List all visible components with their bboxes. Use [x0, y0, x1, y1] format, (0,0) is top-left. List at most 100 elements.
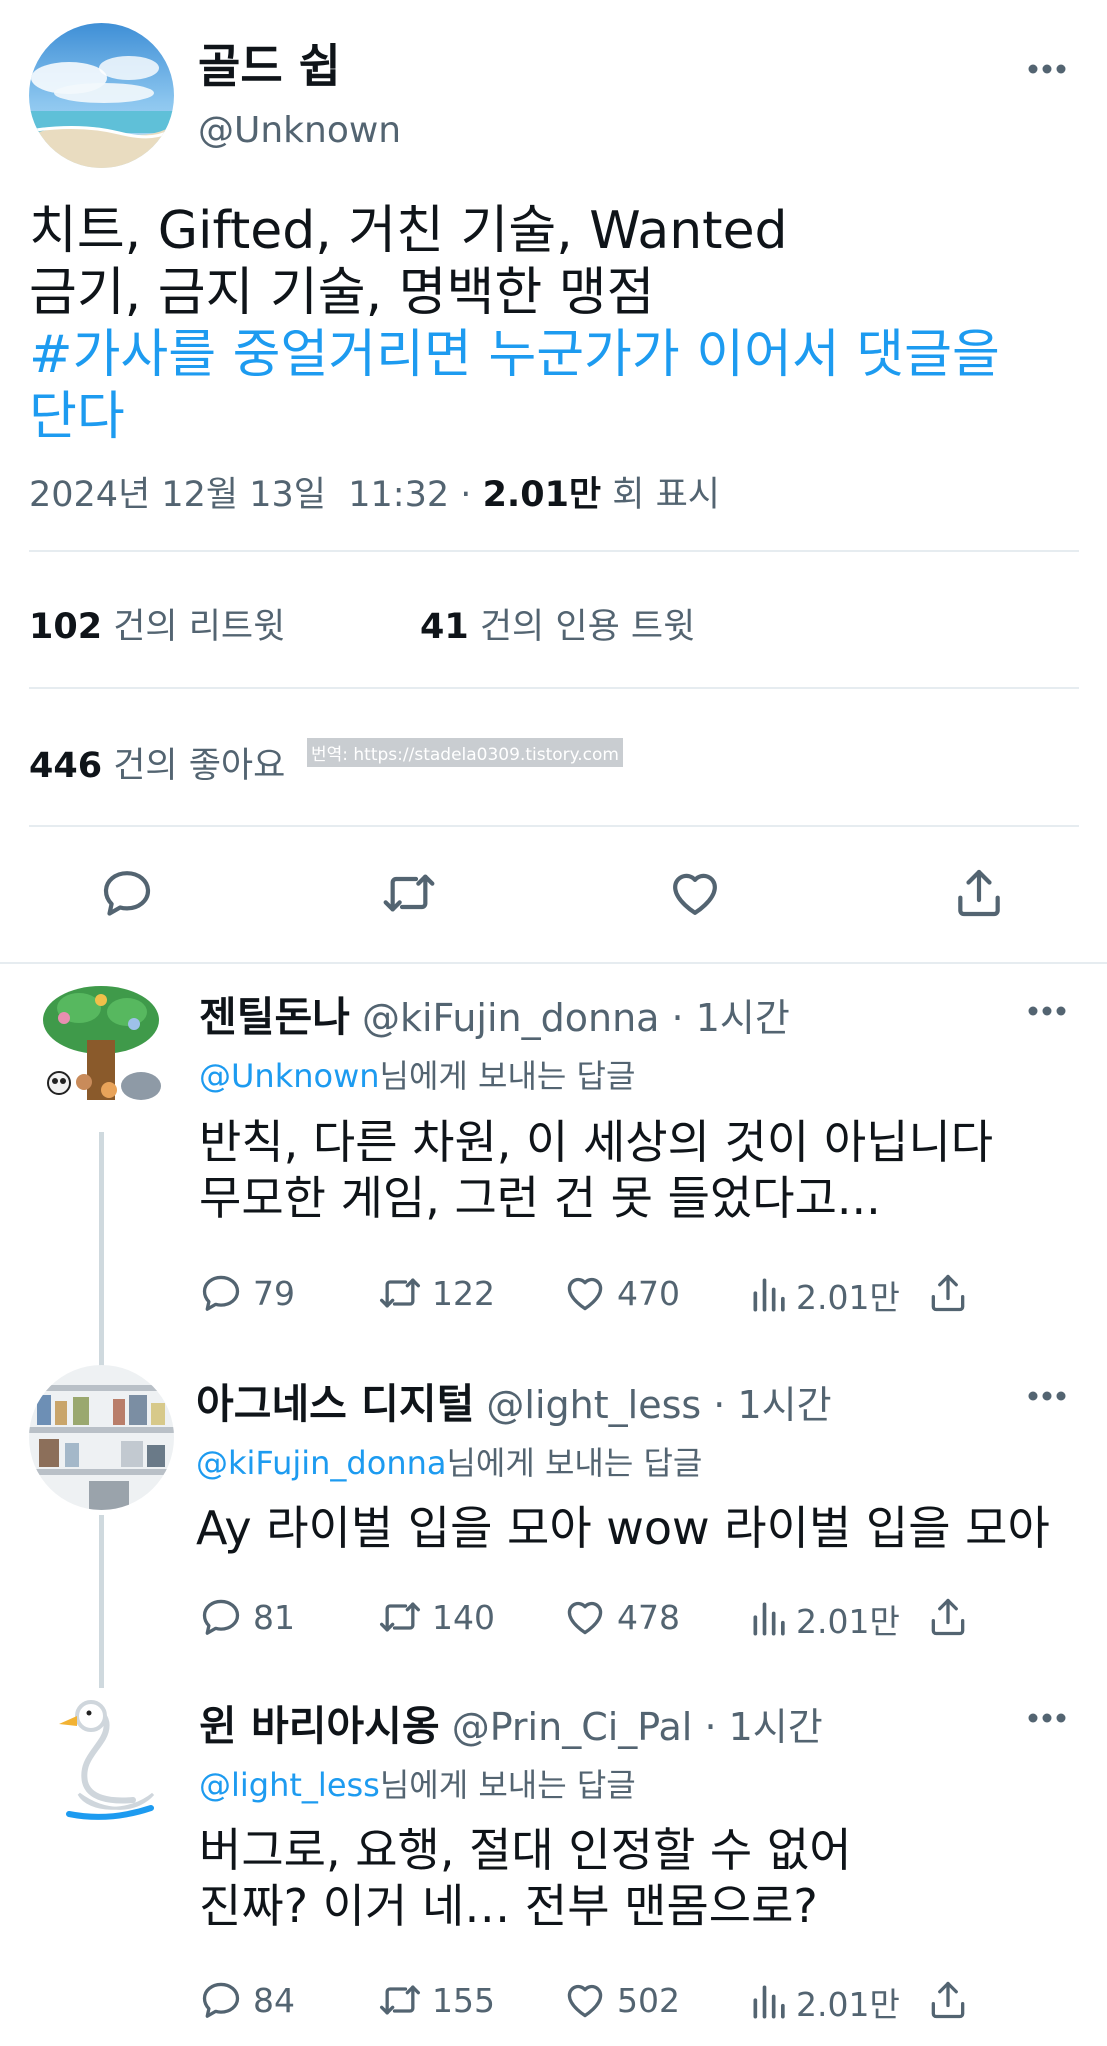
reply-text-line: 반칙, 다른 차원, 이 세상의 것이 아닙니다	[199, 1115, 994, 1169]
like-count-button[interactable]: 470	[563, 1271, 680, 1315]
divider	[29, 687, 1079, 689]
more-dots-icon[interactable]	[1028, 62, 1066, 76]
views-count-button[interactable]: 2.01만	[748, 1595, 900, 1643]
divider	[29, 825, 1079, 827]
tweet-date[interactable]: 2024년 12월 13일	[29, 475, 326, 515]
reply-header: 아그네스 디지털 @light_less · 1시간	[196, 1370, 832, 1430]
reply-text-line: Ay 라이벌 입을 모아 wow 라이벌 입을 모아	[196, 1501, 1050, 1555]
reply-display-name[interactable]: 아그네스 디지털	[196, 1380, 474, 1428]
author-display-name[interactable]: 골드 쉽	[198, 30, 341, 96]
reply-display-name[interactable]: 젠틸돈나	[199, 993, 350, 1041]
retweets-count: 102	[29, 607, 103, 647]
retweet-count-button[interactable]: 140	[378, 1595, 495, 1639]
reply-avatar[interactable]	[29, 1365, 174, 1510]
reply-text: 반칙, 다른 차원, 이 세상의 것이 아닙니다 무모한 게임, 그런 건 못 …	[199, 1114, 1099, 1226]
tweet-time[interactable]: 11:32	[348, 475, 449, 515]
quotes-stat[interactable]: 41 건의 인용 트윗	[420, 598, 695, 649]
reply-count-button[interactable]: 79	[199, 1271, 295, 1315]
reply-text: 버그로, 요행, 절대 인정할 수 없어 진짜? 이거 네… 전부 맨몸으로?	[199, 1822, 1099, 1934]
views-label: 회 표시	[612, 475, 720, 515]
tweet-text-line: 치트, Gifted, 거친 기술, Wanted	[29, 201, 788, 261]
reply-handle[interactable]: @kiFujin_donna	[362, 996, 659, 1040]
bar-chart-icon	[753, 1278, 785, 1312]
reply-text-line: 진짜? 이거 네… 전부 맨몸으로?	[199, 1879, 818, 1933]
more-dots-icon[interactable]	[1028, 1711, 1066, 1725]
like-count-button[interactable]: 502	[563, 1978, 680, 2022]
reply-handle[interactable]: @light_less	[486, 1383, 701, 1427]
likes-label: 건의 좋아요	[113, 746, 286, 786]
divider	[29, 550, 1079, 552]
speech-bubble-icon	[202, 1982, 240, 2018]
reply-count: 84	[253, 1980, 295, 2020]
like-count: 478	[617, 1597, 680, 1637]
reply-to-suffix: 님에게 보내는 답글	[446, 1444, 703, 1482]
retweet-arrows-icon	[380, 1278, 420, 1308]
more-dots-icon[interactable]	[1028, 1389, 1066, 1403]
speech-bubble-icon	[202, 1275, 240, 1311]
heart-icon	[673, 873, 717, 915]
retweets-stat[interactable]: 102 건의 리트윗	[29, 598, 285, 649]
like-count: 502	[617, 1980, 680, 2020]
retweets-label: 건의 리트윗	[113, 607, 286, 647]
reply-button[interactable]	[99, 865, 155, 921]
tweet-text-line: 금기, 금지 기술, 명백한 맹점	[29, 263, 655, 323]
reply-header: 윈 바리아시옹 @Prin_Ci_Pal · 1시간	[199, 1692, 823, 1752]
author-handle[interactable]: @Unknown	[198, 110, 401, 151]
reply-avatar[interactable]	[29, 1690, 174, 1835]
quotes-label: 건의 인용 트윗	[479, 607, 696, 647]
quotes-count: 41	[420, 607, 469, 647]
tweet-meta: 2024년 12월 13일 11:32 · 2.01만 회 표시	[29, 466, 720, 517]
retweet-count-button[interactable]: 155	[378, 1978, 495, 2022]
reply-to-mention[interactable]: @kiFujin_donna	[196, 1444, 446, 1482]
retweet-button[interactable]	[381, 865, 437, 921]
reply-count-button[interactable]: 84	[199, 1978, 295, 2022]
heart-icon	[567, 1984, 603, 2018]
reply-time[interactable]: · 1시간	[713, 1383, 831, 1427]
thread-connector	[99, 1132, 104, 1367]
reply-to-line: @Unknown님에게 보내는 답글	[199, 1051, 635, 1097]
like-button[interactable]	[667, 865, 723, 921]
views-count-button[interactable]: 2.01만	[748, 1271, 900, 1319]
retweet-count: 155	[432, 1980, 495, 2020]
reply-count-button[interactable]: 81	[199, 1595, 295, 1639]
reply-text: Ay 라이벌 입을 모아 wow 라이벌 입을 모아	[196, 1500, 1096, 1556]
bar-chart-icon	[753, 1602, 785, 1636]
views-count: 2.01만	[482, 475, 602, 515]
reply-count: 79	[253, 1273, 295, 1313]
hashtag-link[interactable]: 단다	[29, 386, 1089, 448]
share-button[interactable]	[926, 1595, 970, 1639]
reply-count: 81	[253, 1597, 295, 1637]
like-count-button[interactable]: 478	[563, 1595, 680, 1639]
reply-time[interactable]: · 1시간	[672, 996, 790, 1040]
bar-chart-icon	[753, 1985, 785, 2019]
share-button[interactable]	[926, 1271, 970, 1315]
views-count: 2.01만	[796, 1602, 900, 1641]
more-dots-icon[interactable]	[1028, 1004, 1066, 1018]
reply-avatar[interactable]	[29, 978, 174, 1123]
share-upload-icon	[931, 1981, 965, 2019]
author-avatar[interactable]	[29, 23, 174, 168]
views-count-button[interactable]: 2.01만	[748, 1978, 900, 2026]
reply-handle[interactable]: @Prin_Ci_Pal	[452, 1705, 693, 1749]
translation-watermark: 번역: https://stadela0309.tistory.com	[307, 738, 623, 767]
reply-time[interactable]: · 1시간	[704, 1705, 822, 1749]
reply-display-name[interactable]: 윈 바리아시옹	[199, 1702, 440, 1750]
reply-to-mention[interactable]: @Unknown	[199, 1057, 380, 1095]
retweet-arrows-icon	[383, 874, 435, 912]
heart-icon	[567, 1277, 603, 1311]
likes-stat[interactable]: 446 건의 좋아요	[29, 737, 285, 788]
share-button[interactable]	[951, 865, 1007, 921]
reply-text-line: 버그로, 요행, 절대 인정할 수 없어	[199, 1823, 852, 1877]
tweet-text: 치트, Gifted, 거친 기술, Wanted 금기, 금지 기술, 명백한…	[29, 200, 1089, 448]
reply-to-line: @kiFujin_donna님에게 보내는 답글	[196, 1438, 702, 1484]
speech-bubble-icon	[202, 1599, 240, 1635]
likes-count: 446	[29, 746, 103, 786]
retweet-count-button[interactable]: 122	[378, 1271, 495, 1315]
divider	[0, 962, 1107, 964]
share-button[interactable]	[926, 1978, 970, 2022]
hashtag-link[interactable]: #가사를 중얼거리면 누군가가 이어서 댓글을	[29, 324, 1089, 386]
heart-icon	[567, 1601, 603, 1635]
views-count: 2.01만	[796, 1985, 900, 2024]
like-count: 470	[617, 1273, 680, 1313]
reply-to-mention[interactable]: @light_less	[199, 1766, 380, 1804]
